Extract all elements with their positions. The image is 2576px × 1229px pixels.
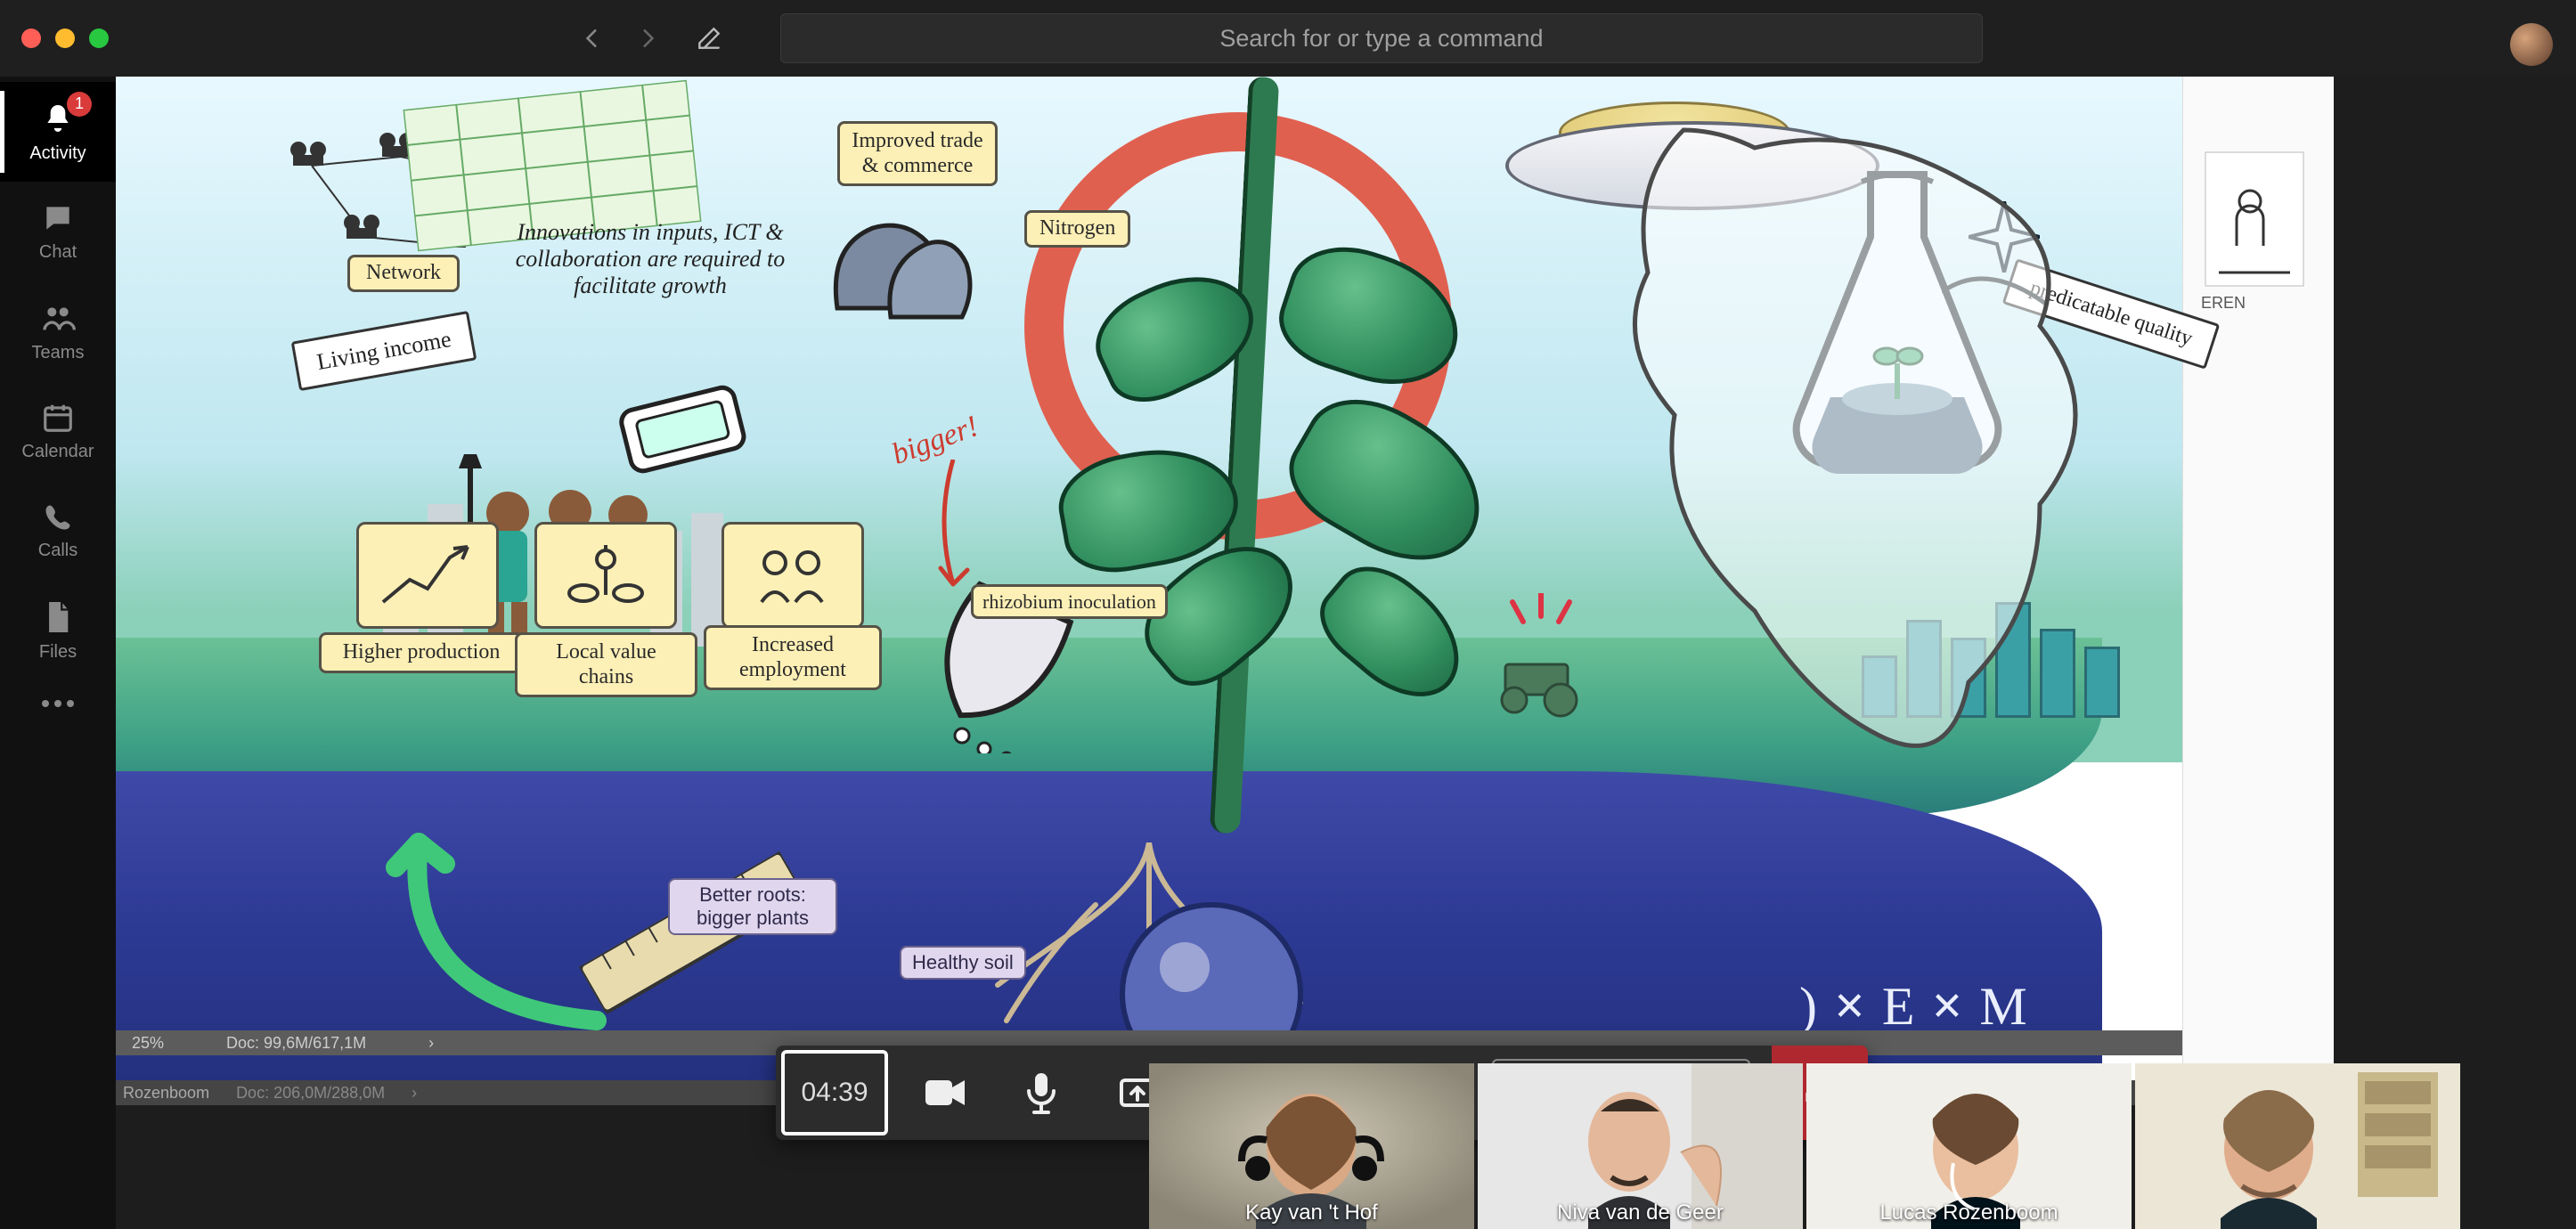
label-increased-employment: Increased employment: [704, 625, 882, 690]
toggle-mic-button[interactable]: [993, 1046, 1089, 1140]
participant-tile[interactable]: [2135, 1063, 2460, 1229]
participant-name: Kay van 't Hof: [1149, 1201, 1474, 1225]
formula-text: ) ✕ E ✕ M: [1799, 976, 2027, 1038]
call-timer: 04:39: [781, 1050, 888, 1135]
rail-files-label: Files: [39, 642, 77, 663]
label-local-value-chains: Local value chains: [515, 632, 697, 697]
participant-strip: Kay van 't Hof Niva van de Geer: [1149, 1063, 2460, 1229]
rail-activity-label: Activity: [29, 143, 86, 164]
activity-badge: 1: [67, 92, 92, 117]
phone-icon: [42, 501, 74, 533]
rail-files[interactable]: Files: [0, 581, 116, 680]
label-improved-trade: Improved trade & commerce: [837, 121, 998, 186]
app-titlebar: Search for or type a command: [0, 0, 2576, 77]
rail-calls[interactable]: Calls: [0, 481, 116, 581]
rail-more-button[interactable]: [40, 698, 76, 709]
window-zoom-button[interactable]: [89, 28, 109, 48]
bell-icon: 1: [40, 101, 76, 136]
label-better-roots: Better roots: bigger plants: [668, 878, 837, 935]
file-icon: [43, 599, 73, 635]
label-higher-production: Higher production: [319, 632, 524, 673]
search-placeholder: Search for or type a command: [1219, 25, 1543, 53]
rail-calendar[interactable]: Calendar: [0, 381, 116, 481]
calendar-icon: [41, 401, 75, 435]
window-minimize-button[interactable]: [55, 28, 75, 48]
rail-teams[interactable]: Teams: [0, 281, 116, 381]
rail-calls-label: Calls: [38, 541, 77, 561]
doc-mem: Doc: 99,6M/617,1M: [226, 1034, 366, 1053]
app-left-rail: 1 Activity Chat Teams Calendar Calls Fil…: [0, 77, 116, 1229]
label-rhizobium: rhizobium inoculation: [971, 584, 1168, 619]
window-close-button[interactable]: [21, 28, 41, 48]
mac-traffic-lights: [0, 28, 109, 48]
new-message-button[interactable]: [691, 20, 727, 56]
shared-illustration-canvas: EREN: [116, 77, 2334, 1080]
history-forward-button[interactable]: [636, 27, 659, 50]
rail-chat-label: Chat: [39, 242, 77, 263]
teams-icon: [40, 300, 76, 336]
presenter-doc-mem: Doc: 206,0M/288,0M: [236, 1084, 385, 1103]
participant-tile[interactable]: Lucas Rozenboom: [1806, 1063, 2132, 1229]
toggle-camera-button[interactable]: [897, 1046, 993, 1140]
label-network: Network: [347, 255, 460, 292]
label-healthy-soil: Healthy soil: [900, 946, 1026, 980]
shared-screen: EREN: [116, 77, 2334, 1080]
command-search-bar[interactable]: Search for or type a command: [780, 13, 1983, 63]
shared-sidebar-label: EREN: [2201, 294, 2308, 313]
rail-teams-label: Teams: [32, 343, 85, 363]
label-nitrogen: Nitrogen: [1024, 210, 1130, 248]
profile-avatar[interactable]: [2510, 23, 2553, 66]
presenter-name: Rozenboom: [123, 1084, 209, 1103]
rail-calendar-label: Calendar: [21, 442, 94, 462]
history-nav: [581, 20, 727, 56]
shared-app-sidebar: EREN: [2182, 77, 2334, 1080]
label-innovation: Innovations in inputs, ICT & collaborati…: [490, 219, 811, 299]
rail-activity[interactable]: 1 Activity: [0, 82, 116, 182]
participant-tile[interactable]: Niva van de Geer: [1478, 1063, 1803, 1229]
participant-name: Lucas Rozenboom: [1806, 1201, 2132, 1225]
rail-chat[interactable]: Chat: [0, 182, 116, 281]
chat-icon: [41, 201, 75, 235]
history-back-button[interactable]: [581, 27, 604, 50]
participant-name: Niva van de Geer: [1478, 1201, 1803, 1225]
participant-tile[interactable]: Kay van 't Hof: [1149, 1063, 1474, 1229]
doc-zoom: 25%: [132, 1034, 164, 1053]
meeting-stage: EREN: [116, 77, 2576, 1229]
